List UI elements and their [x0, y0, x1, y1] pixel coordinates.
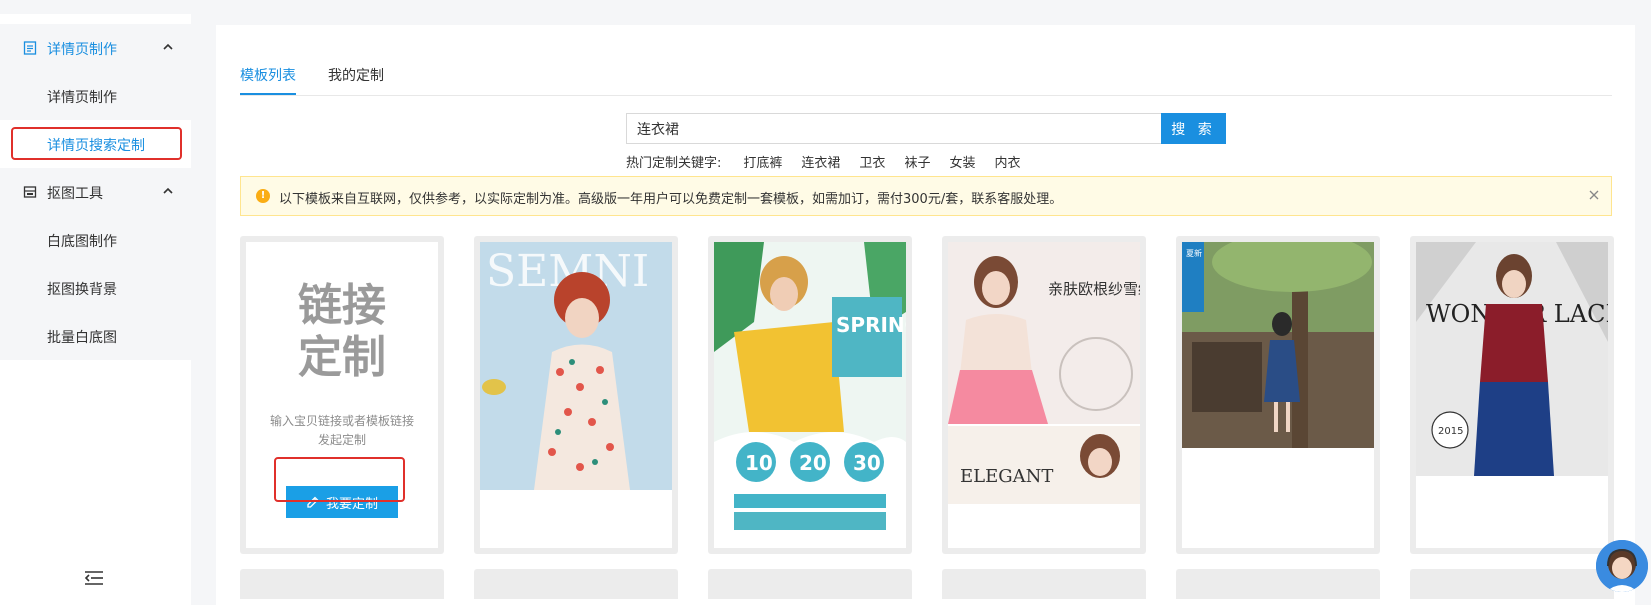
svg-text:ELEGANT: ELEGANT [960, 466, 1053, 487]
notice-text: 以下模板来自互联网，仅供参考，以实际定制为准。高级版一年用户可以免费定制一套模板… [279, 192, 1063, 207]
template-image: SEMNI [480, 242, 672, 490]
template-watermark: SPRING [836, 313, 906, 337]
hot-keyword[interactable]: 卫衣 [859, 152, 885, 171]
template-card[interactable] [942, 569, 1146, 599]
search-button[interactable]: 搜 索 [1161, 113, 1226, 144]
template-card[interactable] [1176, 569, 1380, 599]
card-description: 输入宝贝链接或者模板链接 发起定制 [246, 412, 438, 450]
template-card[interactable] [240, 569, 444, 599]
hot-keywords: 热门定制关键字: 打底裤 连衣裙 卫衣 袜子 女装 内衣 [626, 152, 1039, 171]
tab-template-list[interactable]: 模板列表 [240, 65, 296, 85]
sidebar-item-detail-make[interactable]: 详情页制作 [0, 72, 191, 120]
sidebar-item-label: 批量白底图 [47, 330, 117, 346]
template-card[interactable] [474, 569, 678, 599]
template-thumbnail: 亲肤欧根纱雪纺 ELEGANT [948, 242, 1140, 548]
main-panel: 模板列表 我的定制 搜 索 热门定制关键字: 打底裤 连衣裙 卫衣 袜子 女装 … [216, 25, 1635, 605]
sidebar-item-batch-white[interactable]: 批量白底图 [0, 312, 191, 360]
svg-text:20: 20 [799, 451, 827, 475]
svg-text:30: 30 [853, 451, 881, 475]
tabs: 模板列表 我的定制 [240, 65, 1612, 96]
warning-icon: ! [256, 189, 270, 203]
template-card[interactable]: SPRING 10 20 30 [708, 236, 912, 554]
collapse-menu-icon[interactable] [84, 569, 104, 587]
template-thumbnail: 夏新 [1182, 242, 1374, 548]
search-input[interactable] [626, 113, 1161, 144]
sidebar-item-label: 白底图制作 [47, 234, 117, 250]
template-card[interactable]: WONDER LACE 2015 [1410, 236, 1614, 554]
edit-icon [307, 496, 319, 508]
card-title-line: 定制 [298, 332, 386, 383]
template-card[interactable]: 亲肤欧根纱雪纺 ELEGANT [942, 236, 1146, 554]
sidebar-item-label: 抠图换背景 [47, 282, 117, 298]
card-desc-line: 输入宝贝链接或者模板链接 [269, 414, 414, 428]
template-image: WONDER LACE 2015 [1416, 242, 1608, 476]
template-thumbnail: SEMNI [480, 242, 672, 548]
template-image: 亲肤欧根纱雪纺 ELEGANT [948, 242, 1140, 504]
sidebar-group-cutout[interactable]: 抠图工具 [0, 168, 191, 216]
tab-active-indicator [240, 93, 296, 95]
document-icon [23, 41, 37, 55]
hot-keyword[interactable]: 内衣 [994, 152, 1020, 171]
sidebar-group-detail[interactable]: 详情页制作 [0, 24, 191, 72]
template-card[interactable] [708, 569, 912, 599]
hot-keyword[interactable]: 打底裤 [743, 152, 782, 171]
sidebar-item-white-bg[interactable]: 白底图制作 [0, 216, 191, 264]
chevron-up-icon[interactable] [162, 185, 174, 197]
template-card[interactable] [1410, 569, 1614, 599]
svg-text:夏新: 夏新 [1186, 248, 1202, 258]
template-thumbnail: WONDER LACE 2015 [1416, 242, 1608, 548]
sidebar-item-label: 详情页搜索定制 [47, 138, 145, 154]
card-desc-line: 发起定制 [317, 433, 366, 447]
hot-keyword[interactable]: 连衣裙 [801, 152, 840, 171]
hot-keyword[interactable]: 袜子 [904, 152, 930, 171]
svg-text:2015: 2015 [1438, 426, 1463, 437]
template-image: SPRING 10 20 30 [714, 242, 906, 530]
sidebar-item-label: 详情页制作 [47, 90, 117, 106]
sidebar-item-detail-search[interactable]: 详情页搜索定制 [0, 120, 191, 168]
support-agent-icon [1596, 540, 1648, 592]
template-image: 夏新 [1182, 242, 1374, 448]
notice-banner: ! 以下模板来自互联网，仅供参考，以实际定制为准。高级版一年用户可以免费定制一套… [240, 176, 1612, 216]
customer-service-avatar[interactable] [1596, 540, 1648, 592]
hot-keyword[interactable]: 女装 [949, 152, 975, 171]
custom-button-label: 我要定制 [325, 496, 378, 512]
custom-link-panel: 链接 定制 输入宝贝链接或者模板链接 发起定制 我要定制 [246, 242, 438, 548]
sidebar: 详情页制作 详情页制作 详情页搜索定制 抠图工具 白底图制作 抠图换背景 批量白… [0, 14, 191, 605]
custom-button[interactable]: 我要定制 [286, 486, 398, 518]
card-title-line: 链接 [298, 280, 386, 331]
close-icon[interactable] [1587, 188, 1601, 202]
sidebar-group-label: 抠图工具 [47, 186, 103, 202]
sidebar-group-label: 详情页制作 [47, 42, 117, 58]
template-watermark: 亲肤欧根纱雪纺 [1048, 280, 1140, 298]
tab-my-custom[interactable]: 我的定制 [328, 65, 384, 85]
template-card[interactable]: SEMNI [474, 236, 678, 554]
card-title: 链接 定制 [246, 280, 438, 384]
image-icon [23, 186, 37, 198]
sidebar-item-change-bg[interactable]: 抠图换背景 [0, 264, 191, 312]
hot-keywords-label: 热门定制关键字: [626, 156, 722, 171]
template-card[interactable]: 夏新 [1176, 236, 1380, 554]
template-thumbnail: SPRING 10 20 30 [714, 242, 906, 548]
svg-text:10: 10 [745, 451, 773, 475]
chevron-up-icon[interactable] [162, 41, 174, 53]
custom-link-card: 链接 定制 输入宝贝链接或者模板链接 发起定制 我要定制 [240, 236, 444, 554]
